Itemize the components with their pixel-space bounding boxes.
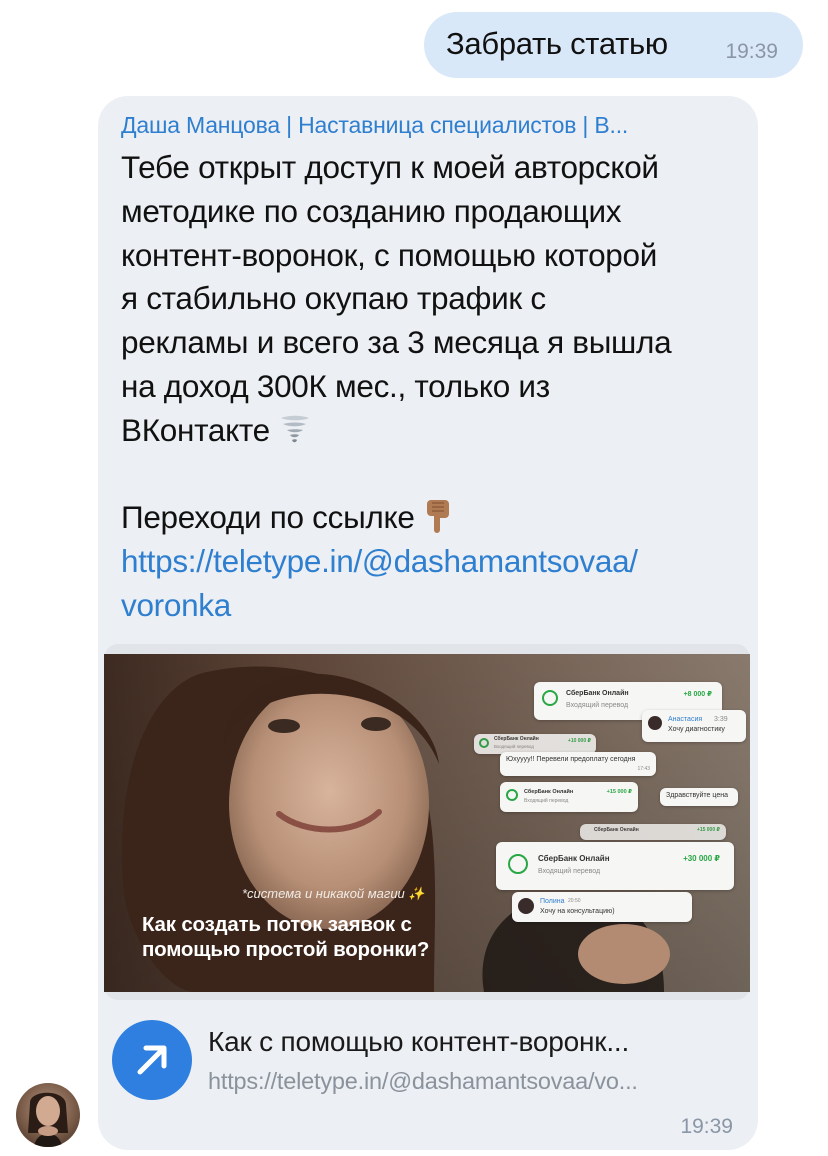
chat-notification: Анастасия 3:39 Хочу диагностику xyxy=(642,710,746,742)
message-line-with-emoji: ВКонтакте xyxy=(121,409,746,453)
chat-message: Юхуууу!! Перевели предоплату сегодня 17:… xyxy=(500,752,656,776)
sberbank-logo-icon xyxy=(479,738,489,748)
sberbank-logo-icon xyxy=(506,789,518,801)
sender-avatar xyxy=(518,898,534,914)
sender-name[interactable]: Даша Манцова | Наставница специалистов |… xyxy=(121,112,741,139)
preview-caption: *система и никакой магии ✨ xyxy=(242,886,425,901)
avatar-photo xyxy=(28,1092,68,1147)
article-link-continued[interactable]: voronka xyxy=(121,584,746,628)
cta-text: Переходи по ссылке xyxy=(121,499,415,536)
link-card-url: https://teletype.in/@dashamantsovaa/vo..… xyxy=(208,1068,638,1094)
message-line: я стабильно окупаю трафик с xyxy=(121,280,546,317)
message-line: рекламы и всего за 3 месяца я вышла xyxy=(121,324,672,361)
article-link[interactable]: https://teletype.in/@dashamantsovaa/ xyxy=(121,540,746,584)
link-card-title: Как с помощью контент-воронк... xyxy=(208,1026,630,1057)
pointing-down-icon xyxy=(423,498,453,546)
message-line: Тебе открыт доступ к моей авторской xyxy=(121,149,659,185)
sberbank-notification: СберБанк Онлайн Входящий перевод +10 000… xyxy=(474,734,596,754)
instant-view-link[interactable]: Как с помощью контент-воронк... https://… xyxy=(112,1014,742,1100)
sberbank-notification: СберБанк Онлайн Входящий перевод +30 000… xyxy=(496,842,734,890)
outgoing-message-text: Забрать статью xyxy=(446,26,668,61)
preview-image[interactable]: СберБанк Онлайн Входящий перевод +8 000 … xyxy=(104,654,750,992)
incoming-message[interactable]: Даша Манцова | Наставница специалистов |… xyxy=(98,96,758,1150)
cta-line: Переходи по ссылке xyxy=(121,496,746,540)
sberbank-logo-icon xyxy=(542,690,558,706)
message-body: Тебе открыт доступ к моей авторской мето… xyxy=(121,146,746,628)
tornado-icon xyxy=(278,413,312,459)
sberbank-logo-icon xyxy=(508,854,528,874)
chat-notification: Полина 20:50 Хочу на консультацию) xyxy=(512,892,692,922)
message-line: на доход 300К мес., только из xyxy=(121,367,550,404)
sberbank-notification: СберБанк Онлайн Входящий перевод +15 000… xyxy=(500,782,638,812)
link-preview-card[interactable]: СберБанк Онлайн Входящий перевод +8 000 … xyxy=(104,644,750,1000)
sender-avatar xyxy=(648,716,662,730)
message-line: контент-воронок, с помощью которой xyxy=(121,236,658,273)
outgoing-message[interactable]: Забрать статью 19:39 xyxy=(424,12,803,78)
message-line: методике по созданию продающих xyxy=(121,192,622,229)
outgoing-message-time: 19:39 xyxy=(725,40,778,63)
chat-message: Здравствуйте цена xyxy=(660,788,738,806)
sberbank-notification: СберБанк Онлайн +15 000 ₽ xyxy=(580,824,726,840)
message-line: ВКонтакте xyxy=(121,411,270,448)
arrow-up-right-icon[interactable] xyxy=(112,1020,192,1100)
sender-avatar[interactable] xyxy=(16,1083,80,1147)
preview-title: Как создать поток заявок с помощью прост… xyxy=(142,913,430,961)
incoming-message-time: 19:39 xyxy=(680,1115,733,1138)
